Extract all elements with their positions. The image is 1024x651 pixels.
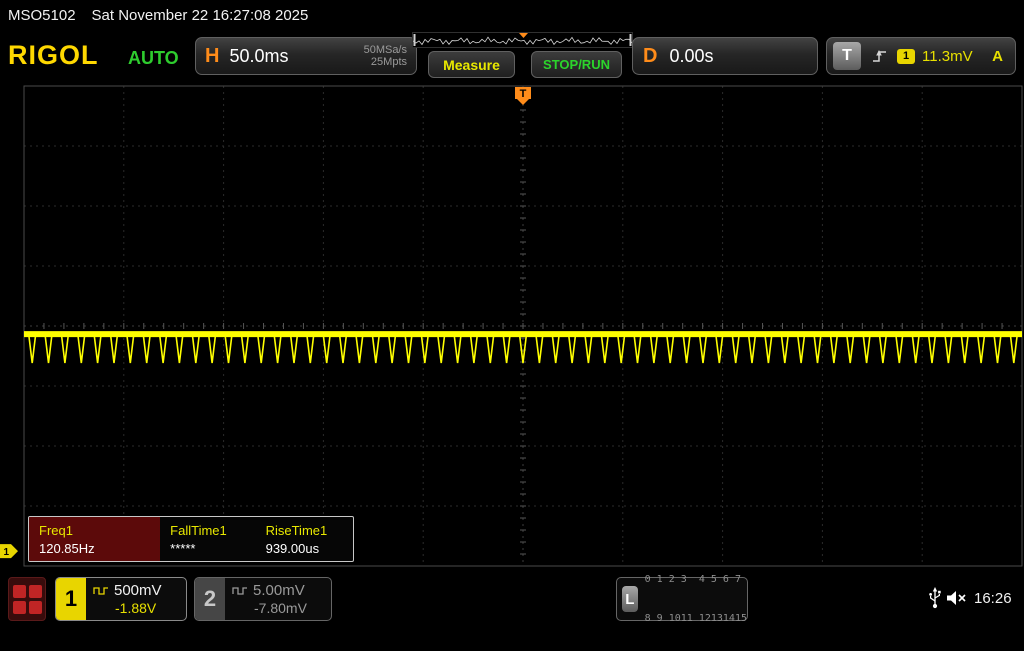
- la-channels-row1: 0 1 2 3 4 5 6 7: [645, 573, 747, 586]
- svg-text:T: T: [520, 88, 527, 100]
- edge-trigger-icon: [871, 48, 889, 64]
- memory-waveform-overview[interactable]: [412, 32, 633, 48]
- measurement-falltime1[interactable]: FallTime1 *****: [160, 517, 255, 561]
- coupling-icon: [93, 586, 109, 596]
- svg-text:1: 1: [4, 547, 10, 558]
- measurement-risetime1[interactable]: RiseTime1 939.00us: [256, 517, 353, 561]
- horizontal-settings[interactable]: H 50.0ms 50MSa/s 25Mpts: [195, 37, 417, 75]
- channel1-number: 1: [56, 578, 86, 620]
- channel2-offset: -7.80mV: [232, 600, 331, 616]
- timebase-value: 50.0ms: [229, 46, 288, 67]
- channel2-scale: 5.00mV: [253, 582, 305, 599]
- menu-grid-icon: [29, 601, 42, 614]
- la-channels-row2: 8 9 1011 12131415: [645, 612, 747, 625]
- measurement-freq1[interactable]: Freq1 120.85Hz: [29, 517, 160, 561]
- channel2-number: 2: [195, 578, 225, 620]
- measurement-name: Freq1: [39, 521, 160, 540]
- sample-rate: 50MSa/s: [364, 44, 407, 56]
- memory-depth: 25Mpts: [364, 56, 407, 68]
- display-area: T1 Freq1 120.85Hz FallTime1 ***** RiseTi…: [0, 82, 1024, 572]
- menu-grid-icon: [13, 585, 26, 598]
- logic-analyzer-control[interactable]: L 0 1 2 3 4 5 6 7 8 9 1011 12131415: [616, 577, 748, 621]
- channel1-scale: 500mV: [114, 582, 162, 599]
- trigger-label: T: [833, 42, 861, 70]
- delay-label: D: [643, 45, 657, 68]
- sound-muted-icon[interactable]: [946, 589, 968, 607]
- measure-button[interactable]: Measure: [428, 51, 515, 78]
- trigger-level-value: 11.3mV: [922, 48, 973, 65]
- overview-waveform: [413, 33, 632, 47]
- trigger-settings[interactable]: T 1 11.3mV A: [826, 37, 1016, 75]
- datetime: Sat November 22 16:27:08 2025: [92, 7, 309, 24]
- trigger-source-chip: 1: [897, 49, 915, 64]
- delay-value: 0.00s: [669, 46, 713, 67]
- coupling-icon: [232, 586, 248, 596]
- ch1-ground-marker[interactable]: 1: [0, 544, 18, 558]
- measurement-name: FallTime1: [170, 521, 255, 540]
- measurement-value: 939.00us: [266, 540, 353, 557]
- status-bar: MSO5102 Sat November 22 16:27:08 2025: [0, 0, 1024, 30]
- header-bar: RIGOL AUTO H 50.0ms 50MSa/s 25Mpts Measu…: [0, 30, 1024, 82]
- measurement-value: *****: [170, 540, 255, 557]
- measurement-value: 120.85Hz: [39, 540, 160, 557]
- measurement-name: RiseTime1: [266, 521, 353, 540]
- la-label: L: [622, 586, 638, 612]
- measurement-panel[interactable]: Freq1 120.85Hz FallTime1 ***** RiseTime1…: [28, 516, 354, 562]
- trigger-position-marker[interactable]: T: [515, 87, 531, 105]
- bottom-bar: 1 500mV -1.88V 2 5.00mV -7.80mV L: [0, 572, 1024, 630]
- trigger-sweep-mode: A: [992, 48, 1003, 65]
- clock: 16:26: [974, 590, 1012, 607]
- channel1-control[interactable]: 1 500mV -1.88V: [55, 577, 187, 621]
- menu-grid-icon: [13, 601, 26, 614]
- rigol-logo: RIGOL: [8, 40, 99, 71]
- overview-position-marker: [519, 33, 528, 38]
- channel2-control[interactable]: 2 5.00mV -7.80mV: [194, 577, 332, 621]
- channel1-offset: -1.88V: [93, 600, 186, 616]
- delay-settings[interactable]: D 0.00s: [632, 37, 818, 75]
- usb-icon: [928, 586, 942, 610]
- menu-button[interactable]: [8, 577, 46, 621]
- stop-run-button[interactable]: STOP/RUN: [531, 51, 622, 78]
- trigger-status-auto: AUTO: [128, 48, 179, 69]
- horizontal-label: H: [205, 45, 219, 68]
- graticule: T1: [0, 82, 1024, 572]
- acquisition-rates: 50MSa/s 25Mpts: [364, 44, 407, 68]
- model-name: MSO5102: [8, 7, 76, 24]
- menu-grid-icon: [29, 585, 42, 598]
